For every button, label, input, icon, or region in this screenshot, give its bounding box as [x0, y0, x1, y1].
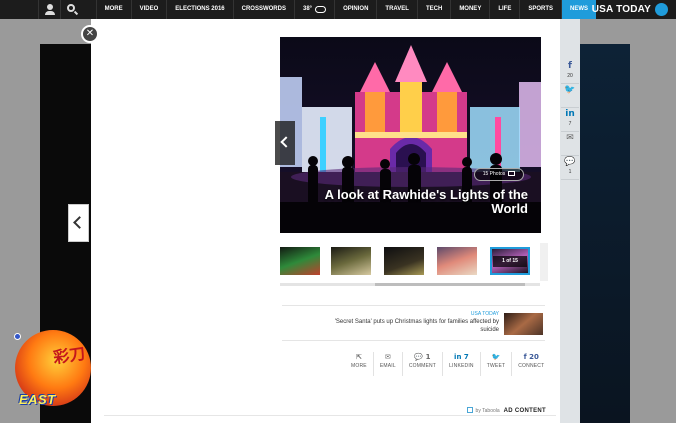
cloud-icon — [315, 6, 327, 13]
brand-logo[interactable]: USA TODAY — [592, 0, 676, 19]
top-navigation-bar: NEWS SPORTS LIFE MONEY TECH TRAVEL OPINI… — [0, 0, 676, 19]
share-linkedin-button[interactable]: in 7 LINKEDIN — [443, 352, 481, 376]
nav-elections[interactable]: ELECTIONS 2016 — [166, 0, 232, 19]
share-email-label: EMAIL — [379, 363, 396, 369]
nav-video[interactable]: VIDEO — [130, 0, 167, 19]
backdrop-band — [578, 44, 630, 423]
share-connect-label: CONNECT — [518, 363, 545, 369]
rail-twitter[interactable]: 🐦 — [561, 84, 579, 108]
share-linkedin-label: LINKEDIN — [449, 363, 474, 369]
related-story-headline[interactable]: 'Secret Santa' puts up Christmas lights … — [329, 318, 499, 334]
nav-life[interactable]: LIFE — [489, 0, 519, 19]
gallery-title: A look at Rawhide's Lights of the World — [324, 187, 528, 216]
thumbnail-2[interactable] — [437, 247, 477, 275]
nav-news[interactable]: NEWS — [561, 0, 596, 19]
thumbnail-scrollbar[interactable] — [280, 283, 540, 286]
user-icon — [47, 4, 53, 10]
sticker-close-dot[interactable] — [14, 333, 21, 340]
previous-story-button[interactable] — [68, 204, 89, 242]
linkedin-icon: in — [565, 109, 575, 119]
brand-dot-icon — [655, 3, 668, 16]
email-icon: ✉ — [566, 133, 574, 143]
nav-sports[interactable]: SPORTS — [519, 0, 561, 19]
related-story-image[interactable] — [504, 313, 543, 335]
related-story[interactable]: USA TODAY 'Secret Santa' puts up Christm… — [282, 305, 545, 341]
chevron-left-icon — [280, 136, 292, 148]
search-icon-handle — [73, 10, 79, 16]
gallery-previous-button[interactable] — [275, 121, 295, 165]
brand-name: USA TODAY — [591, 4, 651, 15]
nav-more[interactable]: MORE — [95, 0, 131, 19]
scrollbar-thumb[interactable] — [375, 283, 525, 286]
nav-travel[interactable]: TRAVEL — [376, 0, 417, 19]
thumbnail-4[interactable] — [331, 247, 371, 275]
page-backdrop-right — [578, 44, 630, 423]
user-account-button[interactable] — [38, 0, 60, 19]
floating-sticker-logo: 彩刀 EAST — [13, 330, 93, 412]
section-nav: NEWS SPORTS LIFE MONEY TECH TRAVEL OPINI… — [95, 0, 596, 19]
nav-opinion[interactable]: OPINION — [334, 0, 376, 19]
camera-icon — [508, 171, 516, 176]
rail-facebook[interactable]: f 20 — [561, 60, 579, 84]
section-divider — [104, 415, 556, 416]
photo-count-badge[interactable]: 15 Photos — [474, 168, 524, 181]
rail-email[interactable]: ✉ — [561, 132, 579, 156]
share-more-button[interactable]: ⇱ MORE — [345, 352, 374, 376]
nav-crosswords[interactable]: CROSSWORDS — [232, 0, 294, 19]
nav-weather[interactable]: 38° — [293, 0, 334, 19]
share-comment-button[interactable]: 💬 1 COMMENT — [403, 352, 444, 376]
thumbnail-position-label: 1 of 15 — [493, 256, 527, 267]
chevron-left-icon — [73, 216, 86, 229]
thumbnail-3[interactable] — [384, 247, 424, 275]
share-email-button[interactable]: ✉ EMAIL — [374, 352, 403, 376]
facebook-icon: f 20 — [523, 353, 539, 361]
sticker-word: EAST — [19, 392, 56, 407]
share-comment-label: COMMENT — [408, 363, 437, 369]
nav-tech[interactable]: TECH — [416, 0, 450, 19]
email-icon: ✉ — [384, 353, 391, 361]
related-story-source[interactable]: USA TODAY — [471, 311, 499, 317]
nav-money[interactable]: MONEY — [450, 0, 489, 19]
photo-count-label: 15 Photos — [482, 171, 506, 177]
taboola-icon — [466, 407, 473, 413]
share-tweet-label: TWEET — [486, 363, 506, 369]
facebook-count: 20 — [567, 73, 573, 79]
linkedin-count: 7 — [568, 121, 572, 127]
search-button[interactable] — [60, 0, 82, 19]
comment-icon: 💬 — [564, 157, 576, 167]
ad-content-header: by Taboola AD CONTENT — [440, 399, 546, 414]
share-more-label: MORE — [351, 363, 367, 369]
share-tweet-button[interactable]: 🐦 TWEET — [481, 352, 513, 376]
rail-linkedin[interactable]: in 7 — [561, 108, 579, 132]
share-bar: f 20 CONNECT 🐦 TWEET in 7 LINKEDIN 💬 1 C… — [345, 352, 550, 376]
thumbnail-5[interactable] — [280, 247, 320, 275]
user-icon-body — [45, 11, 55, 15]
share-connect-button[interactable]: f 20 CONNECT — [512, 352, 550, 376]
comment-count: 1 — [568, 169, 572, 175]
close-button[interactable]: ✕ — [81, 25, 99, 43]
twitter-icon: 🐦 — [564, 85, 576, 95]
sticker-characters: 彩刀 — [52, 343, 87, 368]
more-icon: ⇱ — [355, 353, 362, 361]
rail-comment[interactable]: 💬 1 — [561, 156, 579, 180]
share-rail: f 20 🐦 in 7 ✉ 💬 1 — [561, 60, 579, 180]
weather-temp: 38° — [302, 6, 313, 12]
twitter-icon: 🐦 — [491, 353, 501, 361]
ad-content-label: AD CONTENT — [503, 408, 546, 414]
comment-icon: 💬 1 — [414, 353, 431, 361]
ad-provider[interactable]: by Taboola — [476, 408, 500, 414]
linkedin-icon: in 7 — [454, 353, 469, 361]
facebook-icon: f — [568, 61, 572, 71]
thumbnails-next-button[interactable] — [540, 243, 548, 281]
